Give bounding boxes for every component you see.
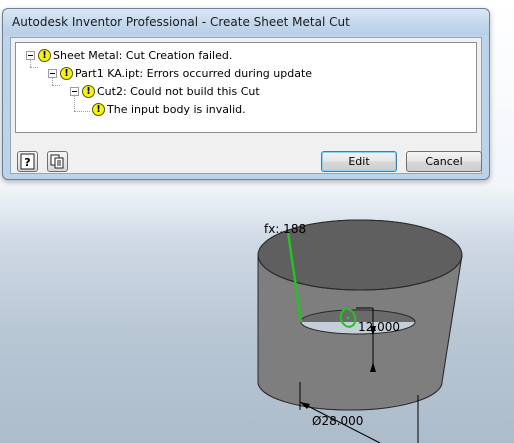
model-canvas[interactable]	[0, 0, 514, 443]
circle-center-point	[346, 316, 350, 320]
diameter-dimension-label[interactable]: Ø28.000	[312, 414, 363, 428]
fx-parameter-label[interactable]: fx:.188	[264, 222, 306, 236]
height-dimension-label[interactable]: 12.000	[358, 320, 400, 334]
